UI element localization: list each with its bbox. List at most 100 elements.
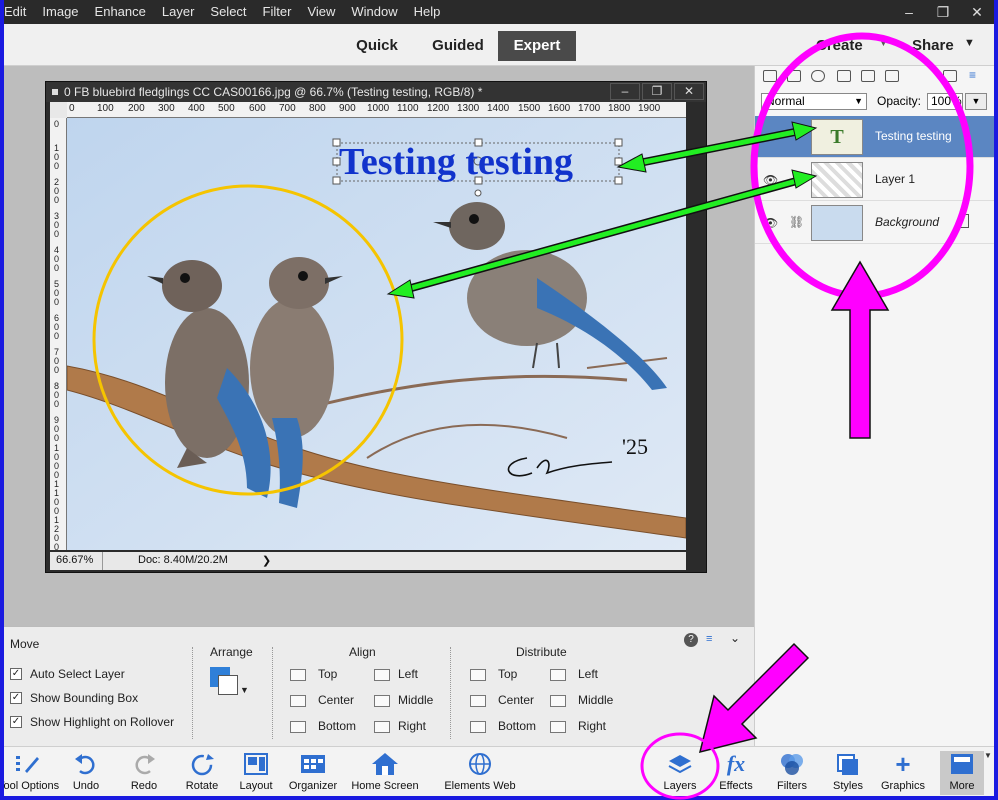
restore-button[interactable]: ❐ [926, 0, 960, 24]
menu-help[interactable]: Help [406, 0, 449, 24]
align-left-icon[interactable] [374, 669, 390, 681]
more-button[interactable]: More [940, 751, 984, 795]
layer-row-layer1[interactable]: 👁 Layer 1 [755, 159, 994, 201]
vertical-scrollbar[interactable] [686, 102, 706, 550]
doc-minimize-button[interactable]: – [610, 83, 640, 100]
align-center-icon[interactable] [290, 695, 306, 707]
align-middle-button[interactable]: Middle [398, 693, 433, 707]
tab-expert[interactable]: Expert [498, 31, 576, 61]
opacity-dropdown-button[interactable]: ▼ [965, 93, 987, 110]
redo-button[interactable]: Redo [124, 751, 164, 795]
status-arrow-icon[interactable]: ❯ [262, 554, 271, 567]
effects-button[interactable]: fx Effects [716, 751, 756, 795]
distribute-center-button[interactable]: Center [498, 693, 534, 707]
layer-name: Testing testing [875, 129, 952, 143]
create-button[interactable]: Create [816, 37, 863, 54]
layout-button[interactable]: Layout [236, 751, 276, 795]
new-layer-icon[interactable] [763, 70, 777, 82]
distribute-bottom-icon[interactable] [470, 721, 486, 733]
align-top-button[interactable]: Top [318, 667, 337, 681]
close-button[interactable]: ✕ [960, 0, 994, 24]
show-highlight-checkbox[interactable]: ✓ [10, 716, 22, 728]
tab-guided[interactable]: Guided [422, 31, 494, 61]
align-bottom-button[interactable]: Bottom [318, 719, 356, 733]
zoom-level[interactable]: 66.67% [56, 554, 93, 566]
distribute-left-icon[interactable] [550, 669, 566, 681]
graphics-button[interactable]: + Graphics [880, 751, 926, 795]
filters-button[interactable]: Filters [772, 751, 812, 795]
menu-image[interactable]: Image [34, 0, 86, 24]
distribute-middle-icon[interactable] [550, 695, 566, 707]
doc-close-button[interactable]: ✕ [674, 83, 704, 100]
panel-menu-icon[interactable]: ≡ [969, 68, 976, 82]
link-icon[interactable] [885, 70, 899, 82]
organizer-button[interactable]: Organizer [286, 751, 340, 795]
align-right-icon[interactable] [374, 721, 390, 733]
menu-enhance[interactable]: Enhance [87, 0, 154, 24]
rotate-button[interactable]: Rotate [180, 751, 224, 795]
undo-button[interactable]: Undo [66, 751, 106, 795]
opacity-input[interactable]: 100% [927, 93, 963, 110]
rotate-icon [191, 754, 214, 776]
layer-mask-icon[interactable] [837, 70, 851, 82]
document-title-bar[interactable]: 0 FB bluebird fledglings CC CAS00166.jpg… [46, 82, 706, 102]
eye-icon[interactable]: 👁 [763, 216, 778, 230]
auto-select-layer-checkbox[interactable]: ✓ [10, 668, 22, 680]
help-icon[interactable]: ? [684, 633, 698, 647]
menu-view[interactable]: View [299, 0, 343, 24]
lock-icon[interactable] [959, 214, 969, 228]
styles-button[interactable]: Styles [828, 751, 868, 795]
image-canvas[interactable]: '25 Testing testing [67, 118, 686, 550]
align-right-button[interactable]: Right [398, 719, 426, 733]
menu-layer[interactable]: Layer [154, 0, 203, 24]
menu-edit[interactable]: Edit [4, 0, 34, 24]
lock-icon[interactable] [861, 70, 875, 82]
photoshop-elements-window: Edit Image Enhance Layer Select Filter V… [4, 0, 994, 796]
align-top-icon[interactable] [290, 669, 306, 681]
menu-select[interactable]: Select [202, 0, 254, 24]
adjustment-layer-icon[interactable] [811, 70, 825, 82]
layers-button[interactable]: Layers [660, 751, 700, 795]
eye-icon[interactable]: 👁 [763, 173, 778, 187]
align-left-button[interactable]: Left [398, 667, 418, 681]
panel-menu-icon[interactable]: ≡ [706, 633, 712, 645]
menu-window[interactable]: Window [343, 0, 405, 24]
organizer-icon [301, 755, 325, 773]
home-screen-button[interactable]: Home Screen [350, 751, 420, 795]
chevron-down-icon: ▼ [878, 37, 889, 49]
align-middle-icon[interactable] [374, 695, 390, 707]
tool-options-icon [16, 756, 39, 773]
distribute-middle-button[interactable]: Middle [578, 693, 613, 707]
chevron-down-icon: ▼ [854, 96, 863, 106]
share-button[interactable]: Share [912, 37, 954, 54]
distribute-right-icon[interactable] [550, 721, 566, 733]
distribute-left-button[interactable]: Left [578, 667, 598, 681]
distribute-right-button[interactable]: Right [578, 719, 606, 733]
canvas-text-layer[interactable]: Testing testing [339, 141, 573, 183]
arrange-button[interactable]: ▼ [210, 667, 249, 701]
show-bounding-box-checkbox[interactable]: ✓ [10, 692, 22, 704]
trash-icon[interactable] [943, 70, 957, 82]
tool-options-button[interactable]: Tool Options [4, 751, 59, 795]
blend-mode-select[interactable]: Normal ▼ [761, 93, 867, 110]
minimize-button[interactable]: – [892, 0, 926, 24]
collapse-chevron-icon[interactable]: ⌄ [730, 631, 740, 645]
align-bottom-icon[interactable] [290, 721, 306, 733]
distribute-top-icon[interactable] [470, 669, 486, 681]
tab-quick[interactable]: Quick [344, 31, 410, 61]
distribute-top-button[interactable]: Top [498, 667, 517, 681]
align-center-button[interactable]: Center [318, 693, 354, 707]
menu-filter[interactable]: Filter [255, 0, 300, 24]
doc-restore-button[interactable]: ❐ [642, 83, 672, 100]
tool-options-panel: Move ✓ Auto Select Layer ✓ Show Bounding… [4, 626, 754, 746]
layer-row-background[interactable]: 👁 ⛓ Background [755, 202, 994, 244]
new-group-icon[interactable] [787, 70, 801, 82]
show-highlight-label: Show Highlight on Rollover [30, 715, 175, 729]
chevron-down-icon[interactable]: ▼ [984, 751, 992, 791]
distribute-center-icon[interactable] [470, 695, 486, 707]
distribute-bottom-button[interactable]: Bottom [498, 719, 536, 733]
document-title: 0 FB bluebird fledglings CC CAS00166.jpg… [64, 85, 483, 99]
layer-row-text[interactable]: T Testing testing [755, 116, 994, 158]
elements-web-button[interactable]: Elements Web [442, 751, 518, 795]
vertical-ruler: 0 100 200 300 400 500 600 700 800 900 10… [50, 118, 67, 552]
